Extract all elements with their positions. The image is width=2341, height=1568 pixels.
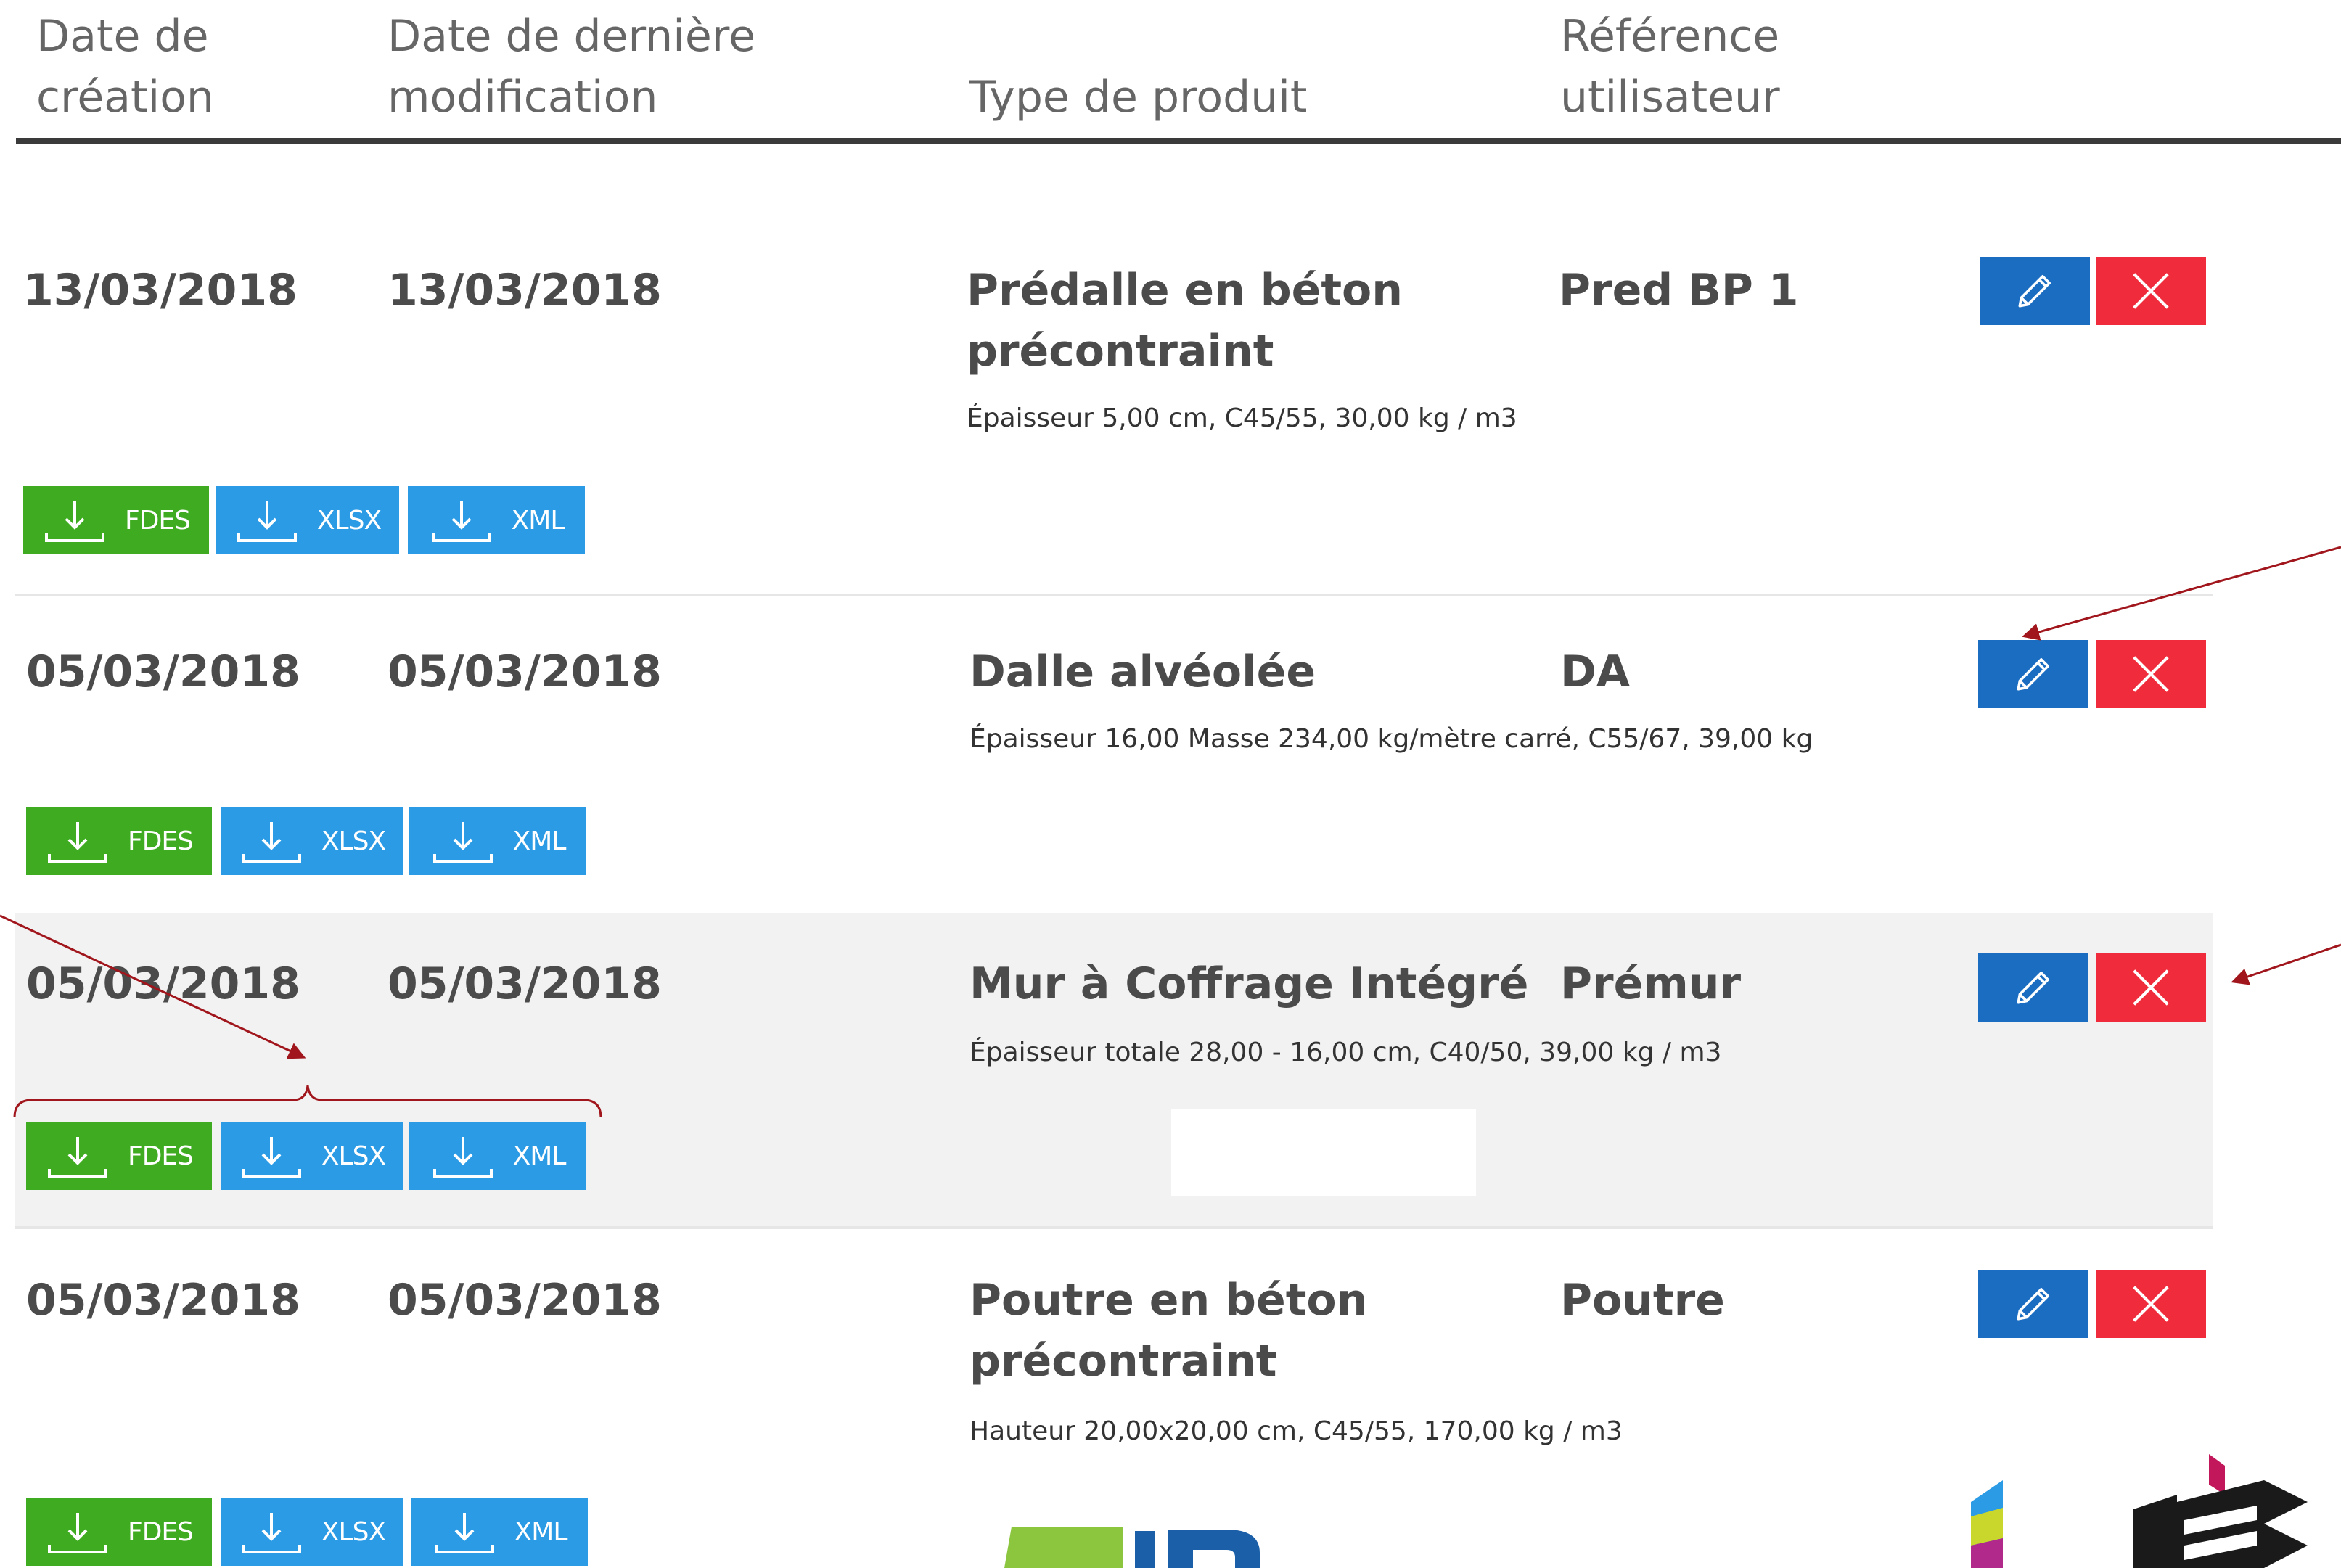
annotation-arrow-delete xyxy=(2231,943,2341,985)
annotation-arrow-downloads xyxy=(0,914,306,1059)
annotation-layer xyxy=(0,546,2341,1118)
annotation-arrow-edit xyxy=(2022,546,2341,641)
annotation-brace xyxy=(13,1085,602,1118)
